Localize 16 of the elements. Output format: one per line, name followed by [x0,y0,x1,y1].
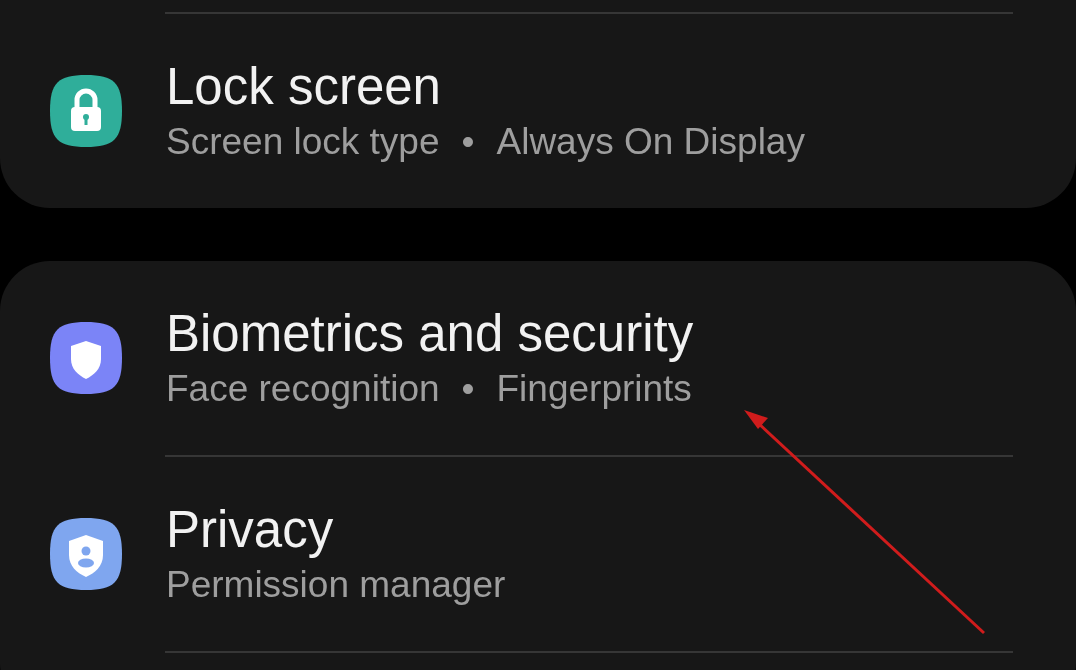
item-detail: Permission manager [166,564,506,606]
settings-item[interactable]: Biometrics and security Face recognition • Fingerprints [0,261,1076,455]
separator-dot: • [461,368,475,410]
item-detail: Screen lock type [166,121,440,163]
settings-item[interactable]: Lock screen Screen lock type • Always On Display [0,14,1076,208]
item-detail: Fingerprints [496,368,692,410]
lock-icon [48,73,124,149]
shield-person-icon [48,516,124,592]
item-detail: Always On Display [496,121,805,163]
separator-dot: • [461,121,475,163]
item-title: Privacy [166,502,335,558]
settings-item[interactable]: Privacy Permission manager [0,457,1076,651]
item-detail: Face recognition [166,368,440,410]
item-title: Lock screen [166,59,442,115]
item-title: Biometrics and security [166,306,694,362]
shield-icon [48,320,124,396]
